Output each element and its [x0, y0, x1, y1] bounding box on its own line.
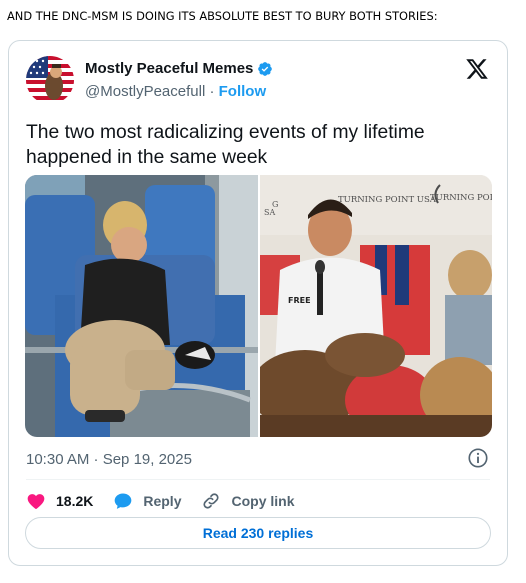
verified-badge-icon — [258, 61, 273, 76]
copy-link-label: Copy link — [231, 493, 295, 509]
train-seat-photo — [25, 175, 258, 437]
read-replies-button[interactable]: Read 230 replies — [25, 517, 491, 549]
svg-text:SA: SA — [264, 208, 275, 217]
tweet-actions: 18.2K Reply Copy link — [26, 486, 315, 516]
embedded-tweet-card[interactable]: Mostly Peaceful Memes @MostlyPeacefull ·… — [8, 40, 508, 566]
handle-row: @MostlyPeacefull · Follow — [85, 83, 266, 100]
author-handle[interactable]: @MostlyPeacefull — [85, 83, 205, 100]
heart-icon — [27, 494, 45, 509]
reply-label: Reply — [143, 493, 182, 509]
handle-separator: · — [205, 83, 219, 100]
like-count: 18.2K — [56, 493, 94, 509]
author-name[interactable]: Mostly Peaceful Memes — [85, 60, 253, 77]
speech-bubble-icon — [115, 493, 132, 509]
media-photo-left[interactable] — [25, 175, 258, 437]
tweet-timestamp[interactable]: 10:30 AM · Sep 19, 2025 — [26, 451, 192, 468]
tweet-text: The two most radicalizing events of my l… — [26, 122, 425, 168]
info-icon[interactable] — [467, 447, 489, 469]
link-icon — [203, 493, 220, 509]
follow-link[interactable]: Follow — [219, 83, 267, 100]
turning-point-sign-2: TURNING POINT USA — [430, 193, 492, 203]
post-headline: AND THE DNC-MSM IS DOING ITS ABSOLUTE BE… — [7, 9, 438, 23]
media-photo-right[interactable]: G SA TURNING POINT USA TURNING POINT USA… — [260, 175, 492, 437]
copy-link-button[interactable]: Copy link — [201, 491, 295, 511]
avatar[interactable] — [26, 56, 74, 104]
rally-photo: G SA TURNING POINT USA TURNING POINT USA… — [260, 175, 492, 437]
divider — [26, 479, 490, 480]
x-logo-icon[interactable] — [465, 57, 489, 81]
turning-point-sign-1: TURNING POINT USA — [338, 195, 437, 205]
tweet-media[interactable]: G SA TURNING POINT USA TURNING POINT USA… — [25, 175, 492, 437]
like-button[interactable]: 18.2K — [26, 491, 93, 511]
reply-button[interactable]: Reply — [113, 491, 181, 511]
shirt-text: FREE — [288, 296, 311, 305]
avatar-image — [26, 56, 74, 104]
